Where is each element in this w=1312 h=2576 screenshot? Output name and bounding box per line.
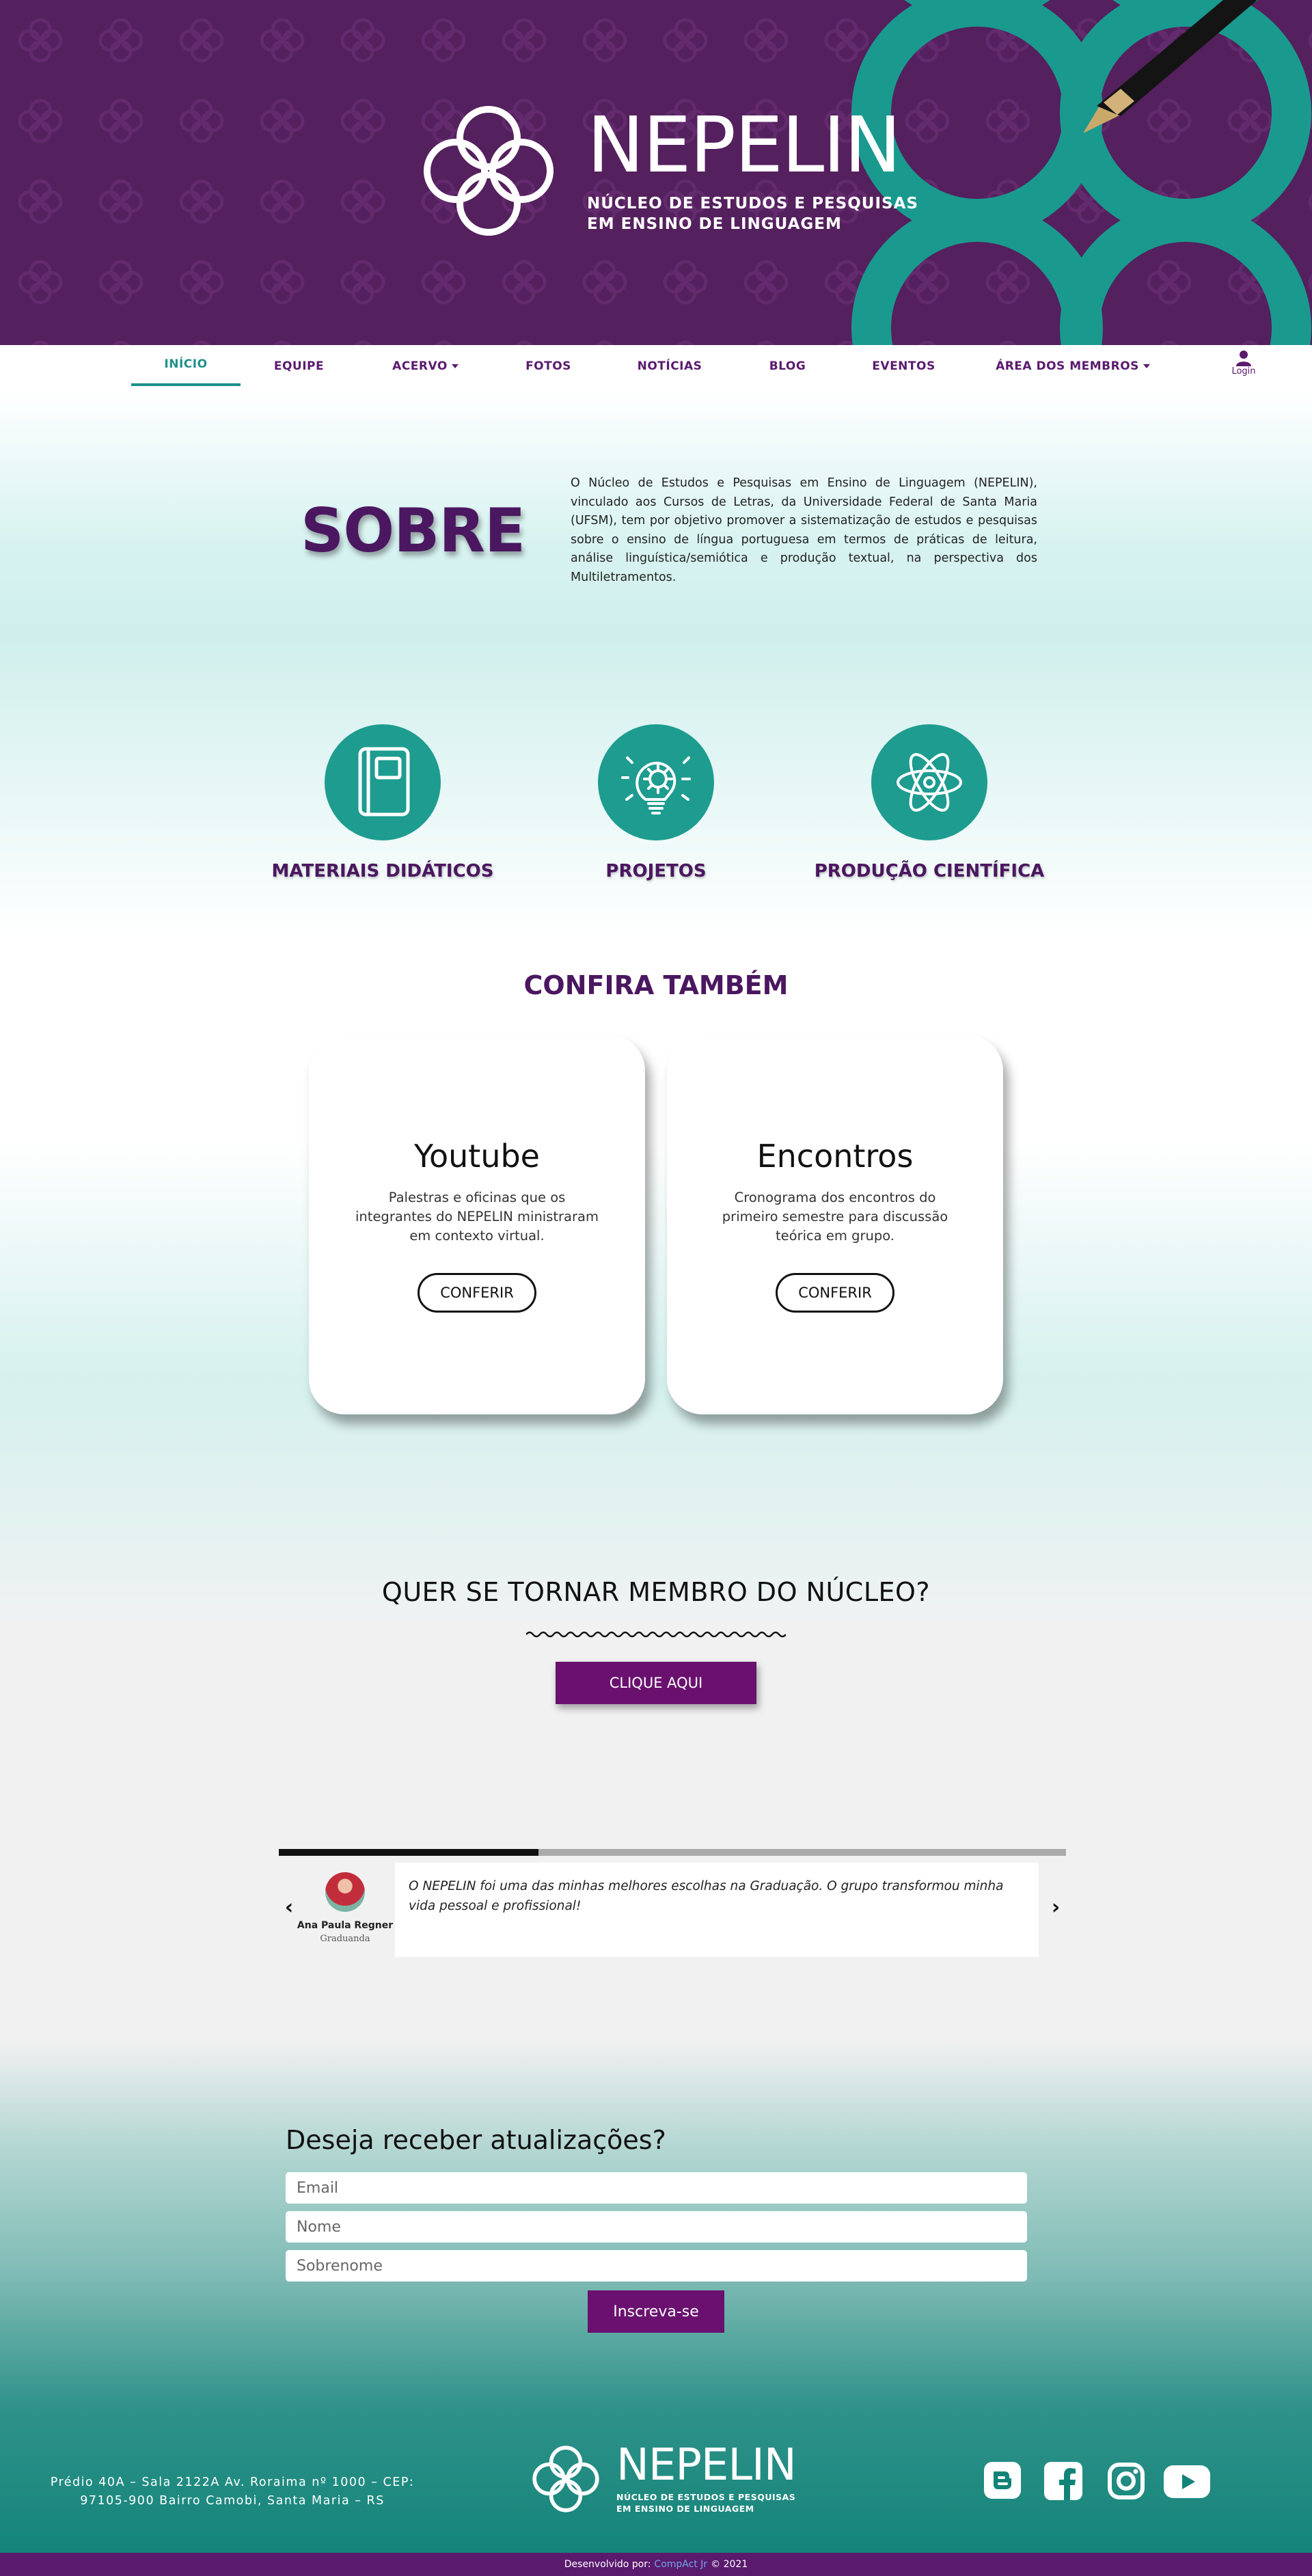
nepelin-logo-icon (424, 106, 554, 236)
nav-inicio[interactable]: INÍCIO (131, 345, 241, 386)
card-description: Palestras e oficinas que os integrantes … (355, 1190, 599, 1244)
testimonial-text: O NEPELIN foi uma das minhas melhores es… (409, 1879, 1004, 1913)
newsletter-title: Deseja receber atualizações? (286, 2125, 666, 2155)
feature-circle (598, 724, 714, 840)
nav-label: INÍCIO (164, 357, 208, 371)
developer-link[interactable]: CompAct Jr (654, 2559, 707, 2570)
lightbulb-gear-icon (621, 756, 691, 814)
avatar (325, 1872, 365, 1912)
progress-fill (279, 1849, 539, 1856)
brand-name: NEPELIN (587, 101, 901, 190)
nepelin-logo-icon (532, 2445, 599, 2512)
credits-suffix: © 2021 (711, 2559, 748, 2570)
card-title: Youtube (414, 1138, 540, 1175)
about-title: SOBRE (301, 495, 525, 566)
youtube-icon[interactable] (1164, 2465, 1210, 2498)
footer-brand-subtitle-2: EM ENSINO DE LINGUAGEM (616, 2504, 754, 2514)
instagram-icon[interactable] (1107, 2462, 1145, 2500)
footer-brand-name: NEPELIN (616, 2440, 797, 2491)
card-encontros: Encontros Cronograma dos encontros do pr… (667, 1035, 1003, 1414)
feature-circle (871, 724, 987, 840)
chevron-right-icon[interactable]: › (1048, 1897, 1064, 1918)
surname-field[interactable] (286, 2250, 1027, 2282)
card-title: Encontros (756, 1138, 914, 1175)
nav-blog[interactable]: BLOG (748, 345, 827, 387)
testimonial-box: O NEPELIN foi uma das minhas melhores es… (395, 1863, 1039, 1957)
testimonial-progress (279, 1849, 1066, 1856)
header-brand-text: NEPELIN NÚCLEO DE ESTUDOS E PESQUISAS EM… (587, 107, 918, 234)
footer-address: Prédio 40A – Sala 2122A Av. Roraima nº 1… (27, 2474, 437, 2510)
blogger-icon[interactable] (984, 2462, 1021, 2499)
facebook-icon[interactable] (1044, 2462, 1082, 2500)
credits-prefix: Desenvolvido por: (564, 2559, 651, 2570)
conferir-button[interactable]: CONFERIR (776, 1273, 894, 1313)
footer-credits: Desenvolvido por: CompAct Jr © 2021 (0, 2553, 1312, 2576)
nav-equipe[interactable]: EQUIPE (253, 345, 345, 387)
nav-fotos[interactable]: FOTOS (506, 345, 591, 387)
testimonial-author: Ana Paula Regner Graduanda (290, 1872, 400, 1944)
caret-down-icon (1143, 364, 1150, 368)
membro-title: QUER SE TORNAR MEMBRO DO NÚCLEO? (381, 1577, 931, 1607)
nav-label: BLOG (769, 359, 806, 373)
nav-label: NOTÍCIAS (637, 359, 702, 373)
card-description: Cronograma dos encontros do primeiro sem… (722, 1190, 948, 1244)
hero-banner: NEPELIN NÚCLEO DE ESTUDOS E PESQUISAS EM… (0, 0, 1312, 345)
brand-subtitle-1: NÚCLEO DE ESTUDOS E PESQUISAS (587, 195, 918, 213)
brand-subtitle-2: EM ENSINO DE LINGUAGEM (587, 215, 842, 233)
conferir-button[interactable]: CONFERIR (418, 1273, 536, 1313)
header-brand[interactable]: NEPELIN NÚCLEO DE ESTUDOS E PESQUISAS EM… (413, 96, 918, 246)
footer-brand-subtitle-1: NÚCLEO DE ESTUDOS E PESQUISAS (616, 2492, 796, 2502)
name-field[interactable] (286, 2211, 1027, 2243)
footer-brand[interactable]: NEPELIN NÚCLEO DE ESTUDOS E PESQUISAS EM… (528, 2440, 797, 2517)
nav-noticias[interactable]: NOTÍCIAS (622, 345, 718, 387)
feature-label: PRODUÇÃO CIENTÍFICA (814, 861, 1045, 881)
confira-section (0, 936, 1312, 1619)
footer-brand-text: NEPELIN NÚCLEO DE ESTUDOS E PESQUISAS EM… (616, 2440, 797, 2515)
squiggle-divider (526, 1631, 786, 1638)
nav-label: ACERVO (392, 359, 448, 373)
nav-label: ÁREA DOS MEMBROS (996, 359, 1139, 373)
main-nav: INÍCIO EQUIPE ACERVO FOTOS NOTÍCIAS BLOG… (0, 345, 1312, 389)
card-youtube: Youtube Palestras e oficinas que os inte… (309, 1035, 645, 1414)
caret-down-icon (451, 364, 459, 368)
book-icon (358, 747, 410, 817)
nav-label: EQUIPE (273, 359, 325, 373)
nav-label: FOTOS (525, 359, 571, 373)
user-icon (1236, 351, 1251, 366)
feature-label: MATERIAIS DIDÁTICOS (271, 861, 494, 881)
nav-label: EVENTOS (872, 359, 935, 373)
feature-materiais[interactable]: MATERIAIS DIDÁTICOS (260, 724, 506, 881)
nav-acervo[interactable]: ACERVO (376, 345, 475, 387)
author-name: Ana Paula Regner (297, 1920, 394, 1931)
login-link[interactable]: Login (1227, 350, 1261, 376)
login-label: Login (1231, 366, 1256, 376)
feature-producao[interactable]: PRODUÇÃO CIENTÍFICA (806, 724, 1052, 881)
nav-eventos[interactable]: EVENTOS (858, 345, 950, 387)
atom-icon (897, 753, 962, 812)
confira-title: CONFIRA TAMBÉM (523, 970, 789, 1000)
clique-aqui-button[interactable]: CLIQUE AQUI (556, 1662, 756, 1704)
about-text: O Núcleo de Estudos e Pesquisas em Ensin… (571, 476, 1037, 584)
subscribe-button[interactable]: Inscreva-se (588, 2290, 724, 2333)
feature-projetos[interactable]: PROJETOS (533, 724, 779, 881)
feature-label: PROJETOS (605, 861, 707, 881)
author-role: Graduanda (320, 1934, 370, 1944)
feature-circle (325, 724, 441, 840)
address-line: 97105-900 Bairro Camobi, Santa Maria – R… (80, 2494, 385, 2508)
address-line: Prédio 40A – Sala 2122A Av. Roraima nº 1… (50, 2476, 415, 2489)
email-field[interactable] (286, 2172, 1027, 2204)
nav-area-membros[interactable]: ÁREA DOS MEMBROS (984, 345, 1162, 387)
